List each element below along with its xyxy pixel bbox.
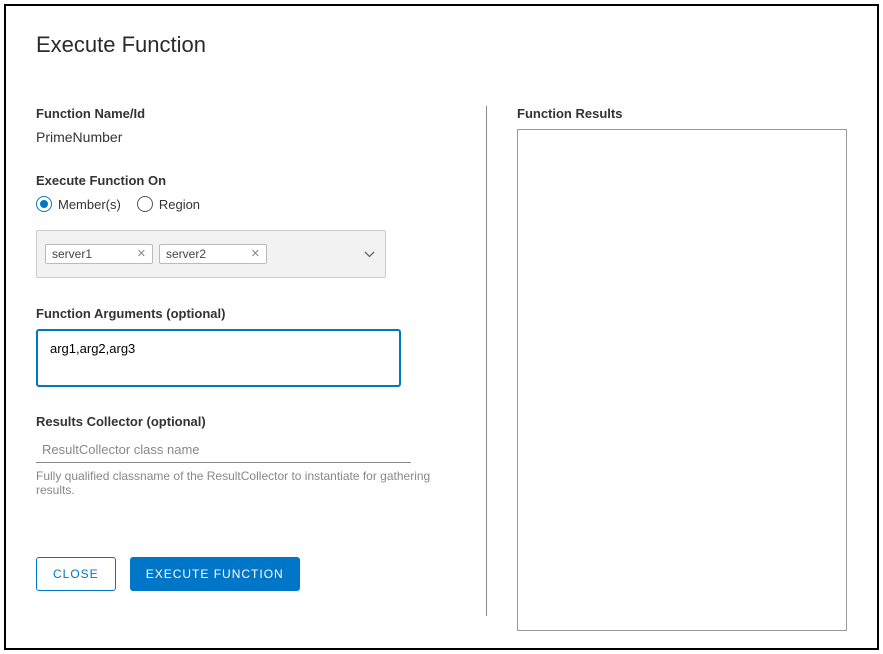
radio-members[interactable]: Member(s) <box>36 196 121 212</box>
members-multiselect[interactable]: server1 ✕ server2 ✕ <box>36 230 386 278</box>
chip-server2: server2 ✕ <box>159 244 267 264</box>
execute-on-radio-group: Member(s) Region <box>36 196 456 212</box>
results-label: Function Results <box>517 106 847 121</box>
close-icon[interactable]: ✕ <box>251 249 260 260</box>
chip-server1: server1 ✕ <box>45 244 153 264</box>
radio-region[interactable]: Region <box>137 196 200 212</box>
radio-members-label: Member(s) <box>58 197 121 212</box>
results-column: Function Results <box>487 106 847 631</box>
radio-region-label: Region <box>159 197 200 212</box>
chip-label: server2 <box>166 247 206 261</box>
function-name-label: Function Name/Id <box>36 106 456 121</box>
results-output <box>517 129 847 631</box>
function-name-value: PrimeNumber <box>36 129 456 145</box>
execute-function-dialog: Execute Function Function Name/Id PrimeN… <box>4 4 879 650</box>
chevron-down-icon[interactable] <box>364 245 375 263</box>
close-icon[interactable]: ✕ <box>137 249 146 260</box>
execute-on-label: Execute Function On <box>36 173 456 188</box>
dialog-content: Function Name/Id PrimeNumber Execute Fun… <box>36 106 847 631</box>
collector-input[interactable] <box>36 437 411 463</box>
execute-button[interactable]: EXECUTE FUNCTION <box>130 557 300 591</box>
close-button[interactable]: CLOSE <box>36 557 116 591</box>
collector-hint: Fully qualified classname of the ResultC… <box>36 469 456 497</box>
arguments-input[interactable] <box>36 329 401 387</box>
collector-label: Results Collector (optional) <box>36 414 456 429</box>
button-row: CLOSE EXECUTE FUNCTION <box>36 557 456 591</box>
dialog-title: Execute Function <box>36 32 847 58</box>
radio-circle-icon <box>137 196 153 212</box>
arguments-label: Function Arguments (optional) <box>36 306 456 321</box>
radio-circle-icon <box>36 196 52 212</box>
chip-label: server1 <box>52 247 92 261</box>
form-column: Function Name/Id PrimeNumber Execute Fun… <box>36 106 486 631</box>
